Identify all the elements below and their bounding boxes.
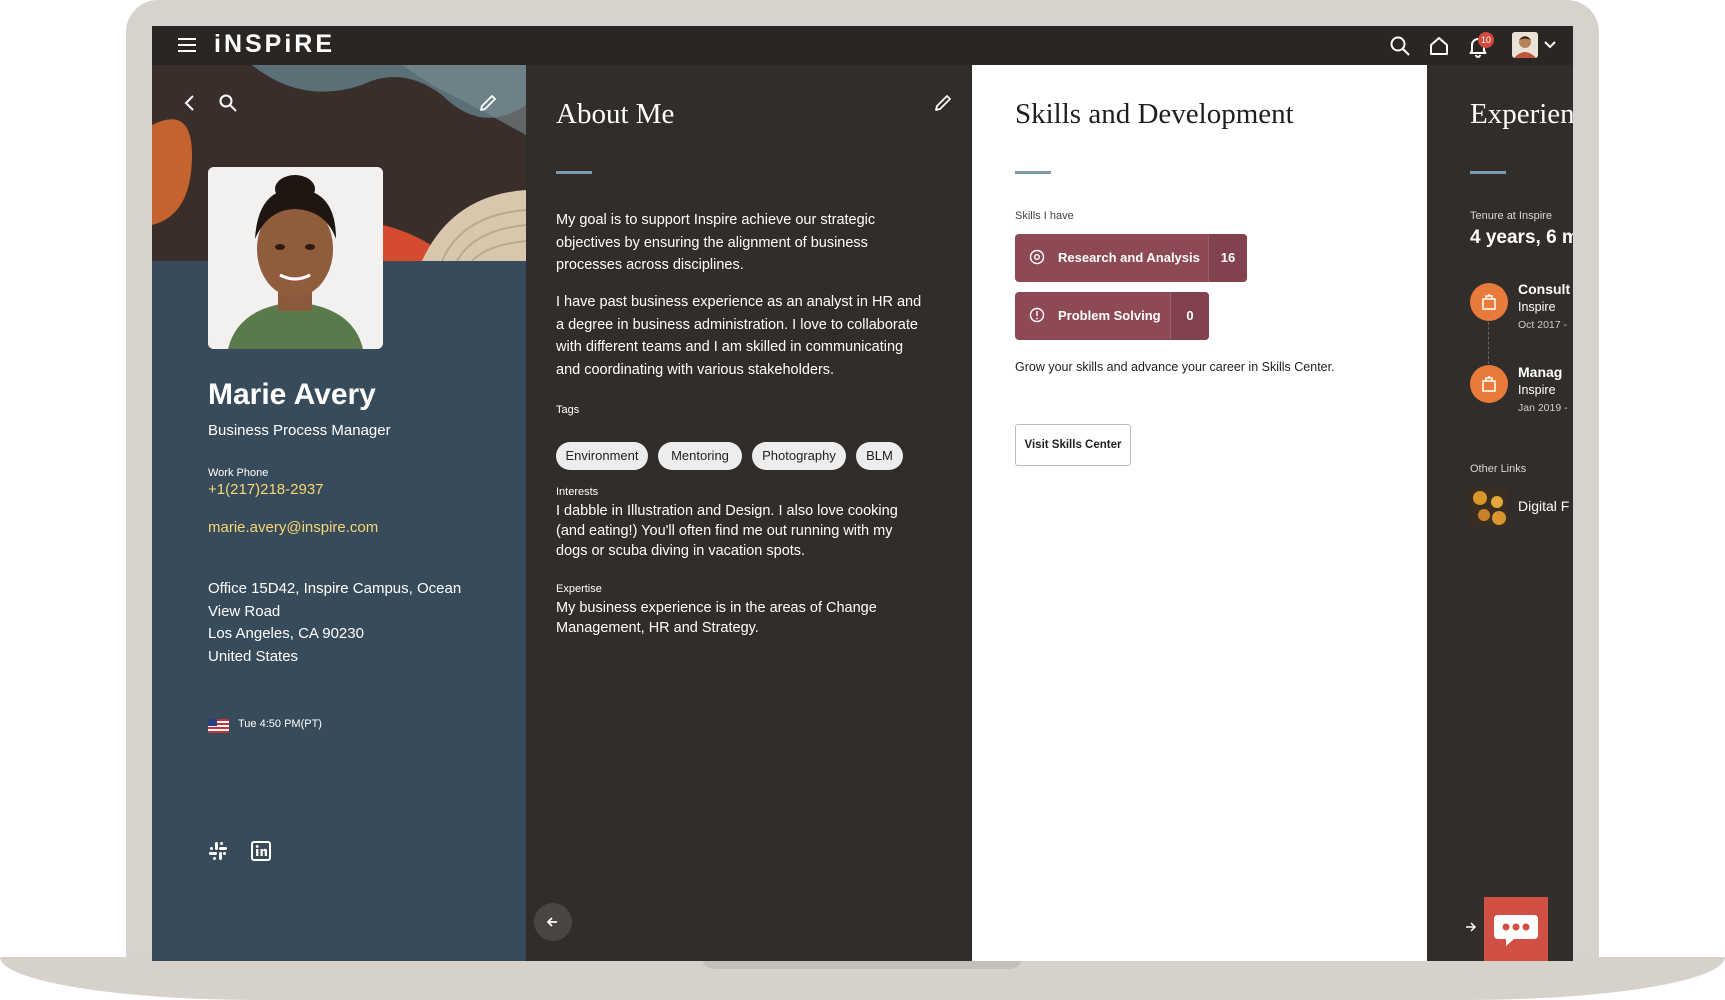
about-panel: About Me My goal is to support Inspire a… <box>526 65 972 961</box>
job-company: Inspire <box>1518 383 1556 397</box>
expertise-text: My business experience is in the areas o… <box>556 600 877 636</box>
edit-pencil-icon[interactable] <box>477 92 499 114</box>
title-underline <box>1470 171 1506 174</box>
address-line: United States <box>208 647 299 665</box>
job-date: Jan 2019 - <box>1518 402 1568 414</box>
tag-chip[interactable]: BLM <box>856 442 903 470</box>
work-phone-link[interactable]: +1(217)218-2937 <box>208 481 324 498</box>
about-title: About Me <box>556 98 675 130</box>
back-chevron-icon[interactable] <box>180 93 200 113</box>
chevron-down-icon[interactable] <box>1543 38 1557 52</box>
email-link[interactable]: marie.avery@inspire.com <box>208 519 378 536</box>
skills-have-label: Skills I have <box>1015 210 1074 222</box>
screen: iNSPiRE 10 Marie Avery Business Process … <box>152 26 1573 961</box>
top-bar: iNSPiRE 10 <box>152 26 1573 65</box>
skills-panel: Skills and Development Skills I have Res… <box>972 65 1427 961</box>
address-line: Los Angeles, CA 90230 <box>208 625 364 642</box>
skill-count: 0 <box>1170 292 1209 340</box>
link-thumbnail[interactable] <box>1470 488 1508 526</box>
expertise-label: Expertise <box>556 583 602 595</box>
job-date: Oct 2017 - <box>1518 319 1568 331</box>
tag-chip[interactable]: Environment <box>556 442 648 470</box>
chat-button[interactable] <box>1484 897 1548 961</box>
skill-label: Problem Solving <box>1058 308 1161 323</box>
skill-count: 16 <box>1208 234 1247 282</box>
title-underline <box>556 171 592 174</box>
skill-pill[interactable]: Research and Analysis 16 <box>1015 234 1247 282</box>
job-briefcase-icon <box>1470 365 1508 403</box>
timeline-line <box>1488 322 1490 364</box>
search-icon[interactable] <box>1388 34 1412 58</box>
home-icon[interactable] <box>1427 34 1451 58</box>
other-links-label: Other Links <box>1470 463 1527 475</box>
address-line: Office 15D42, Inspire Campus, Ocean View… <box>208 580 462 620</box>
skill-label: Research and Analysis <box>1058 250 1200 265</box>
notification-badge: 10 <box>1478 32 1494 48</box>
skill-pill[interactable]: Problem Solving 0 <box>1015 292 1209 340</box>
experience-title: Experien <box>1470 98 1573 130</box>
profile-job-title: Business Process Manager <box>208 422 391 439</box>
linkedin-icon[interactable] <box>251 841 271 861</box>
experience-panel: Experien Tenure at Inspire 4 years, 6 m … <box>1427 65 1573 961</box>
tag-chip[interactable]: Photography <box>752 442 846 470</box>
scroll-left-button[interactable] <box>534 903 572 941</box>
job-title: Manag <box>1518 364 1563 380</box>
tag-chip[interactable]: Mentoring <box>658 442 742 470</box>
skills-title: Skills and Development <box>1015 98 1294 130</box>
arrow-right-icon[interactable] <box>1464 920 1478 934</box>
interests-text: I dabble in Illustration and Design. I a… <box>556 503 898 559</box>
tenure-value: 4 years, 6 m <box>1470 227 1573 248</box>
slack-icon[interactable] <box>208 841 228 861</box>
profile-name: Marie Avery <box>208 378 376 411</box>
link-label[interactable]: Digital F <box>1518 498 1569 514</box>
local-time: Tue 4:50 PM(PT) <box>238 718 322 730</box>
tenure-label: Tenure at Inspire <box>1470 210 1552 222</box>
office-address: Office 15D42, Inspire Campus, Ocean View… <box>208 578 468 668</box>
search-icon[interactable] <box>218 93 238 113</box>
brand-logo[interactable]: iNSPiRE <box>214 30 335 59</box>
profile-panel: Marie Avery Business Process Manager Wor… <box>152 65 526 961</box>
tags-label: Tags <box>556 404 580 416</box>
about-paragraph: My goal is to support Inspire achieve ou… <box>556 212 876 273</box>
job-company: Inspire <box>1518 300 1556 314</box>
profile-photo <box>208 167 383 349</box>
job-title: Consult <box>1518 281 1571 297</box>
visit-skills-center-button[interactable]: Visit Skills Center <box>1015 424 1131 466</box>
user-avatar[interactable] <box>1512 32 1538 58</box>
job-briefcase-icon <box>1470 283 1508 321</box>
menu-icon[interactable] <box>178 38 196 52</box>
skill-badge-icon <box>1029 307 1045 323</box>
skill-badge-icon <box>1029 249 1045 265</box>
about-paragraph: I have past business experience as an an… <box>556 294 922 378</box>
work-phone-label: Work Phone <box>208 467 269 479</box>
us-flag-icon <box>208 719 229 733</box>
edit-pencil-icon[interactable] <box>932 92 954 114</box>
interests-label: Interests <box>556 486 599 498</box>
skills-grow-text: Grow your skills and advance your career… <box>1015 360 1335 374</box>
title-underline <box>1015 171 1051 174</box>
